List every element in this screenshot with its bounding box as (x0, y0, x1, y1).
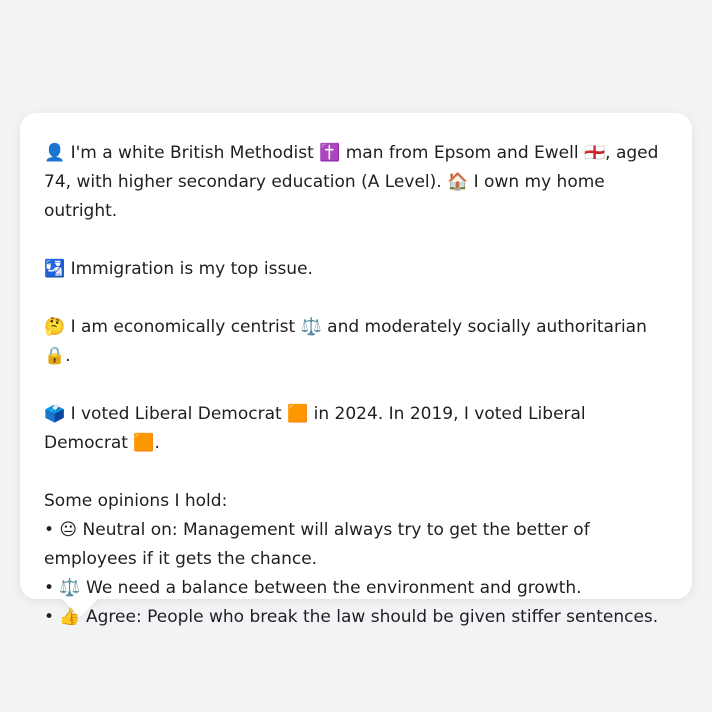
opinions-heading: Some opinions I hold: (44, 491, 228, 511)
opinion-item: • ⚖️ We need a balance between the envir… (44, 578, 582, 598)
opinion-item: • 👍 Agree: People who break the law shou… (44, 607, 659, 627)
votes-paragraph: 🗳️ I voted Liberal Democrat 🟧 in 2024. I… (44, 404, 586, 453)
opinion-item: • 😐 Neutral on: Management will always t… (44, 520, 590, 569)
top-issue-paragraph: 🛂 Immigration is my top issue. (44, 259, 313, 279)
chat-bubble-container: 👤 I'm a white British Methodist ✝️ man f… (20, 113, 692, 627)
opinions-section: Some opinions I hold: • 😐 Neutral on: Ma… (44, 487, 668, 632)
bubble-tail (60, 597, 100, 617)
persona-message-bubble: 👤 I'm a white British Methodist ✝️ man f… (20, 113, 692, 627)
intro-paragraph: 👤 I'm a white British Methodist ✝️ man f… (44, 143, 659, 221)
ideology-paragraph: 🤔 I am economically centrist ⚖️ and mode… (44, 317, 647, 366)
